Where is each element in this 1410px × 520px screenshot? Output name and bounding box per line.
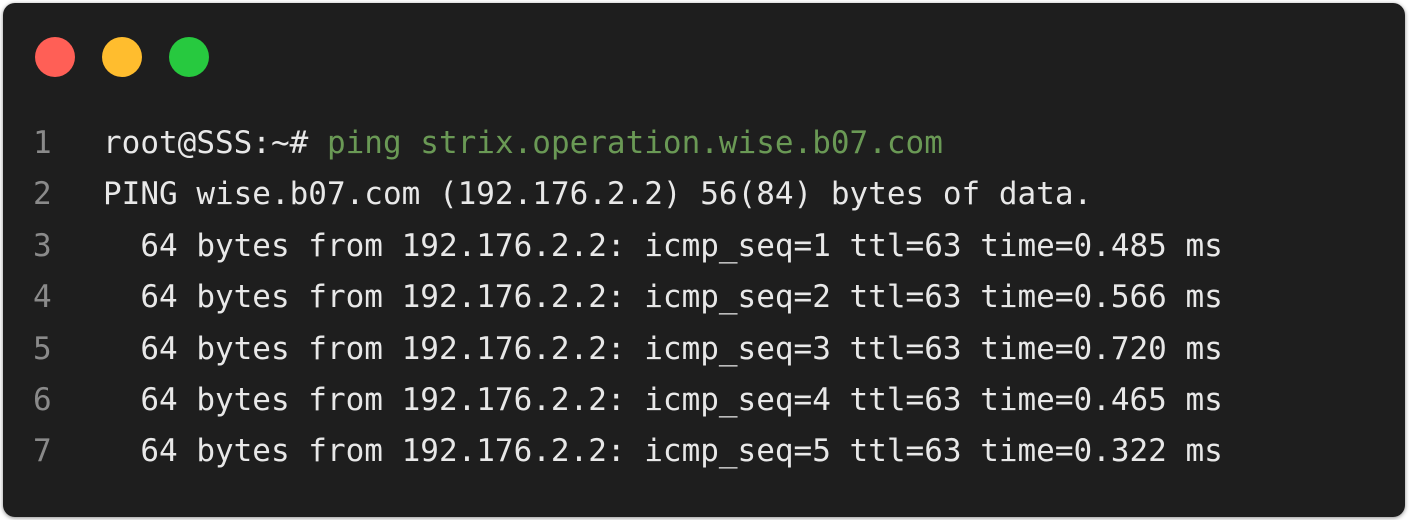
line-text: 64 bytes from 192.176.2.2: icmp_seq=3 tt… [103,330,1223,367]
line-number: 3 [33,227,52,264]
line-number: 6 [33,381,52,418]
line-text: root@SSS:~# ping strix.operation.wise.b0… [103,118,943,169]
line-number: 1 [33,125,52,161]
line-text: 64 bytes from 192.176.2.2: icmp_seq=5 tt… [103,433,1223,470]
code-line: 1 root@SSS:~# ping strix.operation.wise.… [3,118,1405,169]
maximize-button[interactable] [169,37,209,77]
line-number: 4 [33,279,52,316]
line-text: 64 bytes from 192.176.2.2: icmp_seq=4 tt… [103,381,1223,418]
code-line: 3 64 bytes from 192.176.2.2: icmp_seq=1 … [3,221,1405,272]
terminal-window: 1 root@SSS:~# ping strix.operation.wise.… [3,3,1405,517]
line-number: 2 [33,176,52,213]
code-line: 6 64 bytes from 192.176.2.2: icmp_seq=4 … [3,375,1405,426]
line-text: 64 bytes from 192.176.2.2: icmp_seq=1 tt… [103,227,1223,264]
code-block: 1 root@SSS:~# ping strix.operation.wise.… [3,118,1405,478]
line-number: 7 [33,433,52,470]
line-number: 5 [33,330,52,367]
code-line: 7 64 bytes from 192.176.2.2: icmp_seq=5 … [3,426,1405,477]
close-button[interactable] [35,37,75,77]
minimize-button[interactable] [102,37,142,77]
code-line: 5 64 bytes from 192.176.2.2: icmp_seq=3 … [3,324,1405,375]
line-text: PING wise.b07.com (192.176.2.2) 56(84) b… [103,176,1093,213]
line-text: 64 bytes from 192.176.2.2: icmp_seq=2 tt… [103,279,1223,316]
code-line: 2 PING wise.b07.com (192.176.2.2) 56(84)… [3,169,1405,220]
window-controls [35,37,209,77]
shell-command: ping strix.operation.wise.b07.com [308,125,943,161]
code-line: 4 64 bytes from 192.176.2.2: icmp_seq=2 … [3,272,1405,323]
shell-prompt: root@SSS:~# [103,125,309,161]
